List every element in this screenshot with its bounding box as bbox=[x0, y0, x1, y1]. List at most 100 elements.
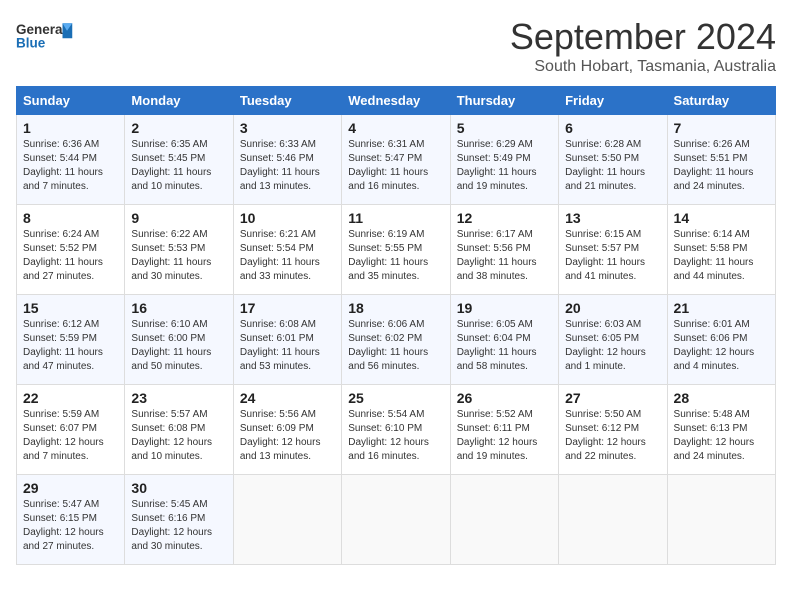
day-info: Sunrise: 5:48 AMSunset: 6:13 PMDaylight:… bbox=[674, 408, 769, 464]
day-number: 22 bbox=[23, 390, 118, 406]
table-row: 17 Sunrise: 6:08 AMSunset: 6:01 PMDayligh… bbox=[233, 295, 341, 385]
day-number: 18 bbox=[348, 300, 443, 316]
day-info: Sunrise: 5:57 AMSunset: 6:08 PMDaylight:… bbox=[131, 408, 226, 464]
calendar-week-row: 1 Sunrise: 6:36 AMSunset: 5:44 PMDaylight… bbox=[17, 115, 776, 205]
svg-text:Blue: Blue bbox=[16, 35, 46, 50]
day-number: 24 bbox=[240, 390, 335, 406]
day-number: 8 bbox=[23, 210, 118, 226]
day-number: 6 bbox=[565, 120, 660, 136]
logo: General Blue bbox=[16, 16, 76, 56]
svg-text:General: General bbox=[16, 22, 66, 37]
day-info: Sunrise: 6:36 AMSunset: 5:44 PMDaylight:… bbox=[23, 138, 118, 194]
calendar-header-row: Sunday Monday Tuesday Wednesday Thursday… bbox=[17, 87, 776, 115]
table-row: 30Sunrise: 5:45 AMSunset: 6:16 PMDayligh… bbox=[125, 475, 233, 565]
day-info: Sunrise: 6:03 AMSunset: 6:05 PMDaylight:… bbox=[565, 318, 660, 374]
day-info: Sunrise: 6:28 AMSunset: 5:50 PMDaylight:… bbox=[565, 138, 660, 194]
day-number: 30 bbox=[131, 480, 226, 496]
day-info: Sunrise: 6:10 AMSunset: 6:00 PMDaylight:… bbox=[131, 318, 226, 374]
day-info: Sunrise: 6:14 AMSunset: 5:58 PMDaylight:… bbox=[674, 228, 769, 284]
table-row: 10Sunrise: 6:21 AMSunset: 5:54 PMDayligh… bbox=[233, 205, 341, 295]
page-header: General Blue September 2024 South Hobart… bbox=[16, 16, 776, 76]
day-number: 29 bbox=[23, 480, 118, 496]
day-info: Sunrise: 6:33 AMSunset: 5:46 PMDaylight:… bbox=[240, 138, 335, 194]
title-area: September 2024 South Hobart, Tasmania, A… bbox=[510, 16, 776, 76]
day-number: 5 bbox=[457, 120, 552, 136]
table-row: 27Sunrise: 5:50 AMSunset: 6:12 PMDayligh… bbox=[559, 385, 667, 475]
day-number: 28 bbox=[674, 390, 769, 406]
day-number: 27 bbox=[565, 390, 660, 406]
day-number: 15 bbox=[23, 300, 118, 316]
table-row: 18 Sunrise: 6:06 AMSunset: 6:02 PMDayligh… bbox=[342, 295, 450, 385]
day-number: 20 bbox=[565, 300, 660, 316]
table-row: 13Sunrise: 6:15 AMSunset: 5:57 PMDayligh… bbox=[559, 205, 667, 295]
day-info: Sunrise: 6:01 AMSunset: 6:06 PMDaylight:… bbox=[674, 318, 769, 374]
col-thursday: Thursday bbox=[450, 87, 558, 115]
day-number: 17 bbox=[240, 300, 335, 316]
table-row: 1 Sunrise: 6:36 AMSunset: 5:44 PMDaylight… bbox=[17, 115, 125, 205]
day-number: 12 bbox=[457, 210, 552, 226]
table-row: 12Sunrise: 6:17 AMSunset: 5:56 PMDayligh… bbox=[450, 205, 558, 295]
day-info: Sunrise: 6:31 AMSunset: 5:47 PMDaylight:… bbox=[348, 138, 443, 194]
day-info: Sunrise: 6:12 AMSunset: 5:59 PMDaylight:… bbox=[23, 318, 118, 374]
day-number: 21 bbox=[674, 300, 769, 316]
day-number: 9 bbox=[131, 210, 226, 226]
table-row: 24 Sunrise: 5:56 AMSunset: 6:09 PMDayligh… bbox=[233, 385, 341, 475]
col-tuesday: Tuesday bbox=[233, 87, 341, 115]
day-info: Sunrise: 6:19 AMSunset: 5:55 PMDaylight:… bbox=[348, 228, 443, 284]
day-info: Sunrise: 5:56 AMSunset: 6:09 PMDaylight:… bbox=[240, 408, 335, 464]
location-subtitle: South Hobart, Tasmania, Australia bbox=[510, 58, 776, 76]
table-row: 3Sunrise: 6:33 AMSunset: 5:46 PMDaylight… bbox=[233, 115, 341, 205]
table-row bbox=[233, 475, 341, 565]
day-info: Sunrise: 6:26 AMSunset: 5:51 PMDaylight:… bbox=[674, 138, 769, 194]
table-row: 5 Sunrise: 6:29 AMSunset: 5:49 PMDaylight… bbox=[450, 115, 558, 205]
table-row: 22 Sunrise: 5:59 AMSunset: 6:07 PMDayligh… bbox=[17, 385, 125, 475]
day-info: Sunrise: 5:59 AMSunset: 6:07 PMDaylight:… bbox=[23, 408, 118, 464]
day-info: Sunrise: 6:22 AMSunset: 5:53 PMDaylight:… bbox=[131, 228, 226, 284]
day-info: Sunrise: 6:24 AMSunset: 5:52 PMDaylight:… bbox=[23, 228, 118, 284]
table-row bbox=[450, 475, 558, 565]
day-info: Sunrise: 6:05 AMSunset: 6:04 PMDaylight:… bbox=[457, 318, 552, 374]
day-info: Sunrise: 6:35 AMSunset: 5:45 PMDaylight:… bbox=[131, 138, 226, 194]
day-number: 10 bbox=[240, 210, 335, 226]
day-number: 11 bbox=[348, 210, 443, 226]
table-row bbox=[342, 475, 450, 565]
month-title: September 2024 bbox=[510, 16, 776, 58]
day-info: Sunrise: 6:29 AMSunset: 5:49 PMDaylight:… bbox=[457, 138, 552, 194]
day-number: 1 bbox=[23, 120, 118, 136]
calendar-table: Sunday Monday Tuesday Wednesday Thursday… bbox=[16, 86, 776, 565]
day-number: 19 bbox=[457, 300, 552, 316]
col-wednesday: Wednesday bbox=[342, 87, 450, 115]
calendar-week-row: 22 Sunrise: 5:59 AMSunset: 6:07 PMDayligh… bbox=[17, 385, 776, 475]
table-row: 9 Sunrise: 6:22 AMSunset: 5:53 PMDaylight… bbox=[125, 205, 233, 295]
table-row: 6 Sunrise: 6:28 AMSunset: 5:50 PMDaylight… bbox=[559, 115, 667, 205]
day-number: 2 bbox=[131, 120, 226, 136]
table-row: 4 Sunrise: 6:31 AMSunset: 5:47 PMDaylight… bbox=[342, 115, 450, 205]
table-row: 20 Sunrise: 6:03 AMSunset: 6:05 PMDayligh… bbox=[559, 295, 667, 385]
day-number: 26 bbox=[457, 390, 552, 406]
table-row: 11 Sunrise: 6:19 AMSunset: 5:55 PMDayligh… bbox=[342, 205, 450, 295]
day-number: 7 bbox=[674, 120, 769, 136]
logo-svg: General Blue bbox=[16, 16, 76, 56]
table-row: 7 Sunrise: 6:26 AMSunset: 5:51 PMDaylight… bbox=[667, 115, 775, 205]
col-monday: Monday bbox=[125, 87, 233, 115]
col-saturday: Saturday bbox=[667, 87, 775, 115]
col-sunday: Sunday bbox=[17, 87, 125, 115]
day-number: 25 bbox=[348, 390, 443, 406]
table-row: 25 Sunrise: 5:54 AMSunset: 6:10 PMDayligh… bbox=[342, 385, 450, 475]
table-row: 28 Sunrise: 5:48 AMSunset: 6:13 PMDayligh… bbox=[667, 385, 775, 475]
table-row: 16Sunrise: 6:10 AMSunset: 6:00 PMDayligh… bbox=[125, 295, 233, 385]
day-info: Sunrise: 6:08 AMSunset: 6:01 PMDaylight:… bbox=[240, 318, 335, 374]
table-row: 29 Sunrise: 5:47 AMSunset: 6:15 PMDayligh… bbox=[17, 475, 125, 565]
day-info: Sunrise: 6:06 AMSunset: 6:02 PMDaylight:… bbox=[348, 318, 443, 374]
table-row: 19 Sunrise: 6:05 AMSunset: 6:04 PMDayligh… bbox=[450, 295, 558, 385]
table-row: 21 Sunrise: 6:01 AMSunset: 6:06 PMDayligh… bbox=[667, 295, 775, 385]
col-friday: Friday bbox=[559, 87, 667, 115]
day-info: Sunrise: 6:15 AMSunset: 5:57 PMDaylight:… bbox=[565, 228, 660, 284]
day-info: Sunrise: 5:54 AMSunset: 6:10 PMDaylight:… bbox=[348, 408, 443, 464]
table-row bbox=[667, 475, 775, 565]
day-info: Sunrise: 5:47 AMSunset: 6:15 PMDaylight:… bbox=[23, 498, 118, 554]
day-number: 23 bbox=[131, 390, 226, 406]
calendar-week-row: 29 Sunrise: 5:47 AMSunset: 6:15 PMDayligh… bbox=[17, 475, 776, 565]
day-number: 4 bbox=[348, 120, 443, 136]
table-row bbox=[559, 475, 667, 565]
